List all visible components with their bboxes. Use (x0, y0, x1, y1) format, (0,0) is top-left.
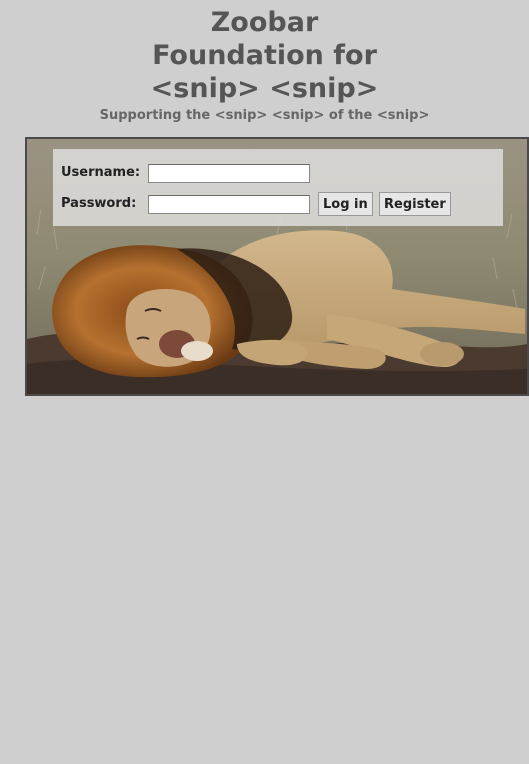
login-button[interactable]: Log in (318, 192, 373, 216)
page-title: Zoobar Foundation for <snip> <snip> (0, 6, 529, 105)
title-line-2: Foundation for (152, 40, 377, 71)
title-line-1: Zoobar (210, 7, 319, 38)
page-subtitle: Supporting the <snip> <snip> of the <sni… (99, 108, 430, 123)
title-line-3: <snip> <snip> (150, 73, 379, 104)
banner: Username: Password: Log in Register (25, 137, 529, 396)
password-label: Password: (61, 196, 137, 211)
username-label: Username: (61, 165, 141, 180)
password-input[interactable] (148, 195, 310, 214)
register-button[interactable]: Register (379, 192, 451, 216)
username-input[interactable] (148, 164, 310, 183)
login-form: Username: Password: Log in Register (53, 149, 503, 226)
